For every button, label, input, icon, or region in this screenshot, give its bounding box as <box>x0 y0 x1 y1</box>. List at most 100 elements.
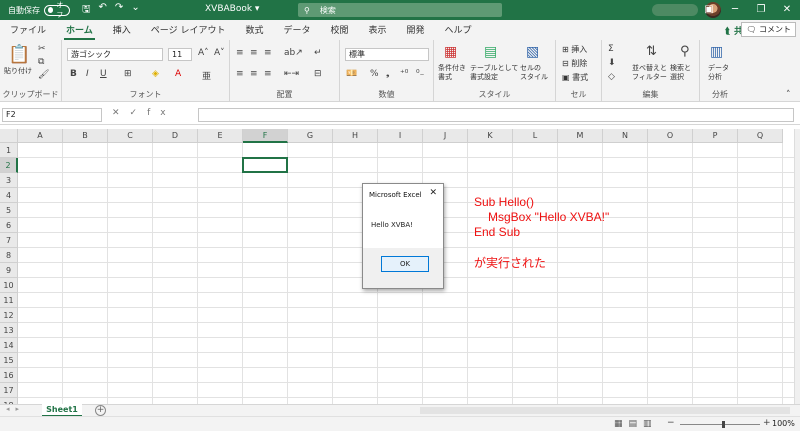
format-as-table-icon[interactable]: ▤ <box>484 44 497 60</box>
indent-icon[interactable]: ⇤⇥ <box>284 69 299 79</box>
comma-icon[interactable]: ❟ <box>386 69 390 79</box>
column-header-G[interactable]: G <box>288 129 333 143</box>
autosum-icon[interactable]: Σ <box>608 44 614 54</box>
font-name-select[interactable]: 游ゴシック <box>67 48 163 61</box>
cancel-icon[interactable]: ✕ <box>112 108 130 118</box>
row-header-12[interactable]: 12 <box>0 308 18 323</box>
percent-icon[interactable]: % <box>370 69 379 79</box>
merge-icon[interactable]: ⊟ <box>314 69 322 79</box>
row-header-2[interactable]: 2 <box>0 158 18 173</box>
column-header-L[interactable]: L <box>513 129 558 143</box>
format-as-table-button[interactable]: テーブルとして 書式設定 <box>470 64 518 82</box>
font-size-select[interactable]: 11 <box>168 48 192 61</box>
italic-icon[interactable]: I <box>86 69 89 79</box>
formula-input[interactable] <box>198 108 794 122</box>
row-header-3[interactable]: 3 <box>0 173 18 188</box>
column-header-B[interactable]: B <box>63 129 108 143</box>
minimize-icon[interactable]: ─ <box>722 0 748 20</box>
tab-9[interactable]: ヘルプ <box>435 23 482 40</box>
decrease-decimal-icon[interactable]: ⁰₋ <box>416 69 424 79</box>
sheet-nav-arrows[interactable]: ◂▸ <box>6 405 25 413</box>
save-icon[interactable]: 🖫 <box>82 2 91 19</box>
format-painter-icon[interactable]: 🖌 <box>38 70 49 80</box>
zoom-slider-knob[interactable] <box>722 421 725 428</box>
tab-4[interactable]: 数式 <box>235 23 273 40</box>
row-header-1[interactable]: 1 <box>0 143 18 158</box>
row-header-15[interactable]: 15 <box>0 353 18 368</box>
tab-6[interactable]: 校閲 <box>320 23 358 40</box>
paste-button[interactable]: 貼り付け <box>4 66 32 76</box>
increase-decimal-icon[interactable]: ⁺⁰ <box>400 69 408 79</box>
close-icon[interactable]: ✕ <box>774 0 800 20</box>
find-select-icon[interactable]: ⚲ <box>680 44 690 59</box>
vertical-scrollbar[interactable] <box>794 129 800 404</box>
orientation-icon[interactable]: ab↗ <box>284 48 303 58</box>
column-header-O[interactable]: O <box>648 129 693 143</box>
redo-icon[interactable]: ↷ <box>115 2 123 19</box>
row-header-13[interactable]: 13 <box>0 323 18 338</box>
column-header-J[interactable]: J <box>423 129 468 143</box>
phonetic-icon[interactable]: 亜 <box>202 69 211 82</box>
cell-styles-button[interactable]: セルの スタイル <box>520 64 548 82</box>
font-color-icon[interactable]: A <box>175 69 181 79</box>
column-header-M[interactable]: M <box>558 129 603 143</box>
tab-0[interactable]: ファイル <box>0 23 56 40</box>
row-header-17[interactable]: 17 <box>0 383 18 398</box>
align-bottom-icon[interactable]: ≡ <box>264 48 272 58</box>
conditional-format-button[interactable]: 条件付き 書式 <box>438 64 466 82</box>
find-select-button[interactable]: 検索と 選択 <box>670 64 691 82</box>
column-header-H[interactable]: H <box>333 129 378 143</box>
currency-icon[interactable]: 💴 <box>346 69 357 79</box>
customize-icon[interactable]: ⌄ <box>131 2 139 19</box>
row-header-8[interactable]: 8 <box>0 248 18 263</box>
autosave-toggle[interactable]: オフ <box>44 1 70 19</box>
fill-icon[interactable]: ⬇ <box>608 58 616 68</box>
ribbon-display-icon[interactable]: ▣ <box>696 0 722 20</box>
column-header-Q[interactable]: Q <box>738 129 783 143</box>
conditional-format-icon[interactable]: ▦ <box>444 44 457 60</box>
row-header-4[interactable]: 4 <box>0 188 18 203</box>
zoom-out-icon[interactable]: − <box>667 418 675 428</box>
number-format-select[interactable]: 標準 <box>345 48 429 61</box>
column-header-E[interactable]: E <box>198 129 243 143</box>
normal-view-icon[interactable]: ▦ <box>614 419 629 429</box>
comment-button[interactable]: 🗨 コメント <box>741 22 796 37</box>
sort-filter-icon[interactable]: ⇅ <box>646 44 657 59</box>
tab-1[interactable]: ホーム <box>56 23 103 40</box>
grow-font-icon[interactable]: A˄ <box>198 48 209 58</box>
horizontal-scrollbar[interactable] <box>420 407 790 414</box>
shrink-font-icon[interactable]: A˅ <box>214 48 225 58</box>
data-analysis-button[interactable]: データ 分析 <box>708 64 729 82</box>
underline-icon[interactable]: U <box>100 69 107 79</box>
row-header-10[interactable]: 10 <box>0 278 18 293</box>
row-header-14[interactable]: 14 <box>0 338 18 353</box>
tab-3[interactable]: ページ レイアウト <box>141 23 236 40</box>
copy-icon[interactable]: ⧉ <box>38 57 44 67</box>
user-name[interactable] <box>652 4 698 16</box>
page-layout-icon[interactable]: ▤ <box>629 419 644 429</box>
zoom-slider[interactable] <box>680 424 760 425</box>
undo-icon[interactable]: ↶ <box>99 2 107 19</box>
ok-button[interactable]: OK <box>381 256 429 272</box>
search-box[interactable]: ⚲ 検索 <box>298 3 502 17</box>
delete-cells-button[interactable]: ⊟ 削除 <box>562 58 587 69</box>
align-top-icon[interactable]: ≡ <box>236 48 244 58</box>
enter-icon[interactable]: ✓ <box>130 108 148 118</box>
row-header-6[interactable]: 6 <box>0 218 18 233</box>
border-icon[interactable]: ⊞ <box>124 69 132 79</box>
column-header-F[interactable]: F <box>243 129 288 143</box>
tab-5[interactable]: データ <box>273 23 320 40</box>
collapse-ribbon-icon[interactable]: ˄ <box>786 90 791 100</box>
column-header-I[interactable]: I <box>378 129 423 143</box>
active-cell[interactable] <box>242 157 288 173</box>
row-header-5[interactable]: 5 <box>0 203 18 218</box>
cell-styles-icon[interactable]: ▧ <box>526 44 539 60</box>
wrap-text-icon[interactable]: ↵ <box>314 48 322 58</box>
align-left-icon[interactable]: ≡ <box>236 69 244 79</box>
column-header-P[interactable]: P <box>693 129 738 143</box>
column-header-A[interactable]: A <box>18 129 63 143</box>
document-title[interactable]: XVBABook ▾ <box>205 4 259 14</box>
column-header-K[interactable]: K <box>468 129 513 143</box>
restore-icon[interactable]: ❐ <box>748 0 774 20</box>
column-header-N[interactable]: N <box>603 129 648 143</box>
